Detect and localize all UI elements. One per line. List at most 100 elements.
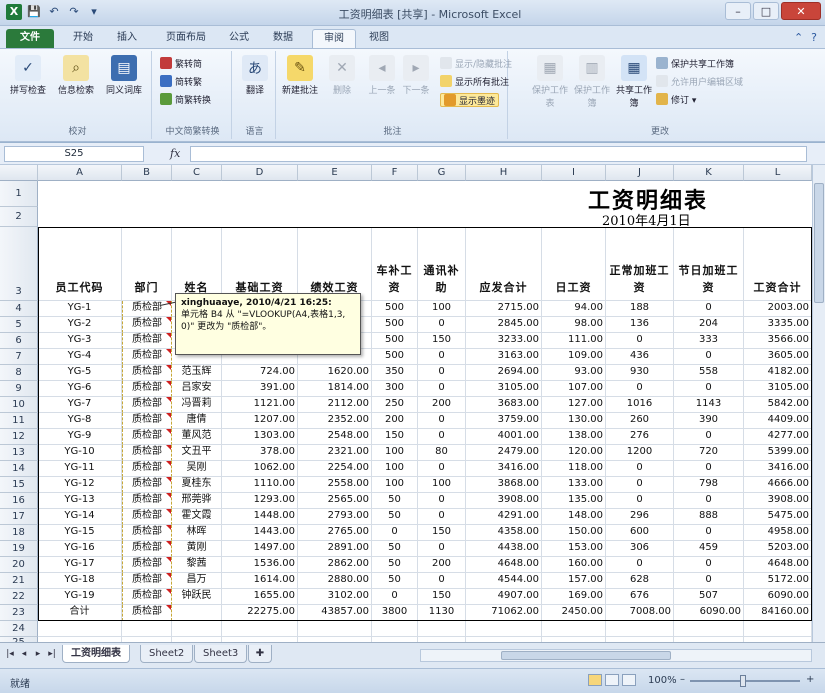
column-heading-cell[interactable]: 基础工资 — [222, 227, 298, 301]
table-cell[interactable]: 4907.00 — [466, 589, 542, 605]
table-cell[interactable]: 质检部 — [122, 349, 172, 365]
row-header-13[interactable]: 13 — [0, 445, 38, 461]
table-cell[interactable]: 5399.00 — [744, 445, 812, 461]
table-cell[interactable]: 600 — [606, 525, 674, 541]
table-cell[interactable]: 4277.00 — [744, 429, 812, 445]
zoom-out-icon[interactable]: – — [680, 674, 685, 685]
table-cell[interactable]: 0 — [418, 413, 466, 429]
normal-view-icon[interactable] — [588, 674, 602, 686]
table-cell[interactable]: 1448.00 — [222, 509, 298, 525]
table-cell[interactable]: 3416.00 — [744, 461, 812, 477]
table-cell[interactable]: 127.00 — [542, 397, 606, 413]
table-cell[interactable]: 4648.00 — [744, 557, 812, 573]
table-cell[interactable]: 质检部 — [122, 381, 172, 397]
table-cell[interactable]: 0 — [418, 381, 466, 397]
table-cell[interactable]: 500 — [372, 333, 418, 349]
table-cell[interactable]: 夏桂东 — [172, 477, 222, 493]
table-cell[interactable]: 0 — [418, 493, 466, 509]
table-cell[interactable]: 4544.00 — [466, 573, 542, 589]
table-cell[interactable]: 范玉辉 — [172, 365, 222, 381]
total-cell[interactable] — [172, 605, 222, 621]
empty-cell[interactable] — [298, 621, 372, 637]
table-cell[interactable]: 150 — [418, 525, 466, 541]
table-cell[interactable]: 1536.00 — [222, 557, 298, 573]
table-cell[interactable]: 2765.00 — [298, 525, 372, 541]
insert-sheet-icon[interactable]: ✚ — [248, 645, 272, 663]
table-cell[interactable]: 94.00 — [542, 301, 606, 317]
table-cell[interactable]: 钟跃民 — [172, 589, 222, 605]
table-cell[interactable]: 1121.00 — [222, 397, 298, 413]
table-cell[interactable]: 质检部 — [122, 445, 172, 461]
empty-cell[interactable] — [606, 621, 674, 637]
table-cell[interactable]: 0 — [674, 493, 744, 509]
row-header-14[interactable]: 14 — [0, 461, 38, 477]
row-header-12[interactable]: 12 — [0, 429, 38, 445]
spell-check-button[interactable]: ✓ 拼写检查 — [8, 55, 48, 96]
row-header-5[interactable]: 5 — [0, 317, 38, 333]
row-header-18[interactable]: 18 — [0, 525, 38, 541]
table-cell[interactable]: 148.00 — [542, 509, 606, 525]
table-cell[interactable]: 200 — [418, 557, 466, 573]
table-cell[interactable]: YG-19 — [38, 589, 122, 605]
column-header-d[interactable]: D — [222, 165, 298, 181]
table-cell[interactable]: 霍文霞 — [172, 509, 222, 525]
table-cell[interactable]: 306 — [606, 541, 674, 557]
table-cell[interactable]: 0 — [606, 461, 674, 477]
column-header-a[interactable]: A — [38, 165, 122, 181]
table-cell[interactable]: 1200 — [606, 445, 674, 461]
total-cell[interactable]: 43857.00 — [298, 605, 372, 621]
table-cell[interactable]: 276 — [606, 429, 674, 445]
table-cell[interactable]: 50 — [372, 509, 418, 525]
table-cell[interactable]: 0 — [418, 317, 466, 333]
tab-home[interactable]: 开始 — [66, 29, 100, 48]
table-cell[interactable]: 0 — [674, 381, 744, 397]
worksheet-grid[interactable]: A B C D E F G H I J K L 1 2 3 4 5 6 7 8 9 10 11 12 13 14 15 16 17 18 1… — [0, 165, 812, 642]
table-cell[interactable]: 1207.00 — [222, 413, 298, 429]
table-cell[interactable]: 0 — [674, 461, 744, 477]
table-cell[interactable]: 1062.00 — [222, 461, 298, 477]
table-cell[interactable]: 4438.00 — [466, 541, 542, 557]
table-cell[interactable]: 1110.00 — [222, 477, 298, 493]
table-cell[interactable]: 0 — [372, 525, 418, 541]
show-all-comments-button[interactable]: 显示所有批注 — [440, 75, 509, 89]
table-cell[interactable]: 0 — [606, 477, 674, 493]
table-cell[interactable]: 唐倩 — [172, 413, 222, 429]
table-cell[interactable]: 130.00 — [542, 413, 606, 429]
table-cell[interactable]: 质检部 — [122, 525, 172, 541]
empty-cell[interactable] — [38, 621, 122, 637]
table-cell[interactable]: 250 — [372, 397, 418, 413]
table-cell[interactable]: 100 — [418, 477, 466, 493]
column-heading-cell[interactable]: 部门 — [122, 227, 172, 301]
table-cell[interactable]: 3908.00 — [744, 493, 812, 509]
table-cell[interactable]: 150.00 — [542, 525, 606, 541]
formula-input[interactable] — [190, 146, 807, 162]
tab-data[interactable]: 数据 — [266, 29, 300, 48]
empty-cell[interactable] — [372, 621, 418, 637]
row-header-9[interactable]: 9 — [0, 381, 38, 397]
row-header-11[interactable]: 11 — [0, 413, 38, 429]
total-cell[interactable]: 6090.00 — [674, 605, 744, 621]
table-cell[interactable]: 2880.00 — [298, 573, 372, 589]
table-cell[interactable]: 2891.00 — [298, 541, 372, 557]
tab-file[interactable]: 文件 — [6, 29, 54, 48]
table-cell[interactable]: YG-13 — [38, 493, 122, 509]
total-cell[interactable]: 3800 — [372, 605, 418, 621]
zoom-in-icon[interactable]: + — [806, 674, 814, 685]
table-cell[interactable]: 390 — [674, 413, 744, 429]
table-cell[interactable]: 2793.00 — [298, 509, 372, 525]
table-cell[interactable]: 0 — [606, 493, 674, 509]
table-cell[interactable]: 296 — [606, 509, 674, 525]
table-cell[interactable]: 1303.00 — [222, 429, 298, 445]
horizontal-scrollbar[interactable] — [420, 649, 812, 662]
total-cell[interactable]: 84160.00 — [744, 605, 812, 621]
table-cell[interactable]: YG-9 — [38, 429, 122, 445]
table-cell[interactable]: 150 — [418, 589, 466, 605]
table-cell[interactable]: 200 — [372, 413, 418, 429]
table-cell[interactable]: 4291.00 — [466, 509, 542, 525]
table-cell[interactable]: 100 — [372, 445, 418, 461]
table-cell[interactable]: 3335.00 — [744, 317, 812, 333]
row-header-6[interactable]: 6 — [0, 333, 38, 349]
close-button[interactable]: ✕ — [781, 2, 821, 20]
total-cell[interactable]: 1130 — [418, 605, 466, 621]
table-cell[interactable]: 质检部 — [122, 573, 172, 589]
